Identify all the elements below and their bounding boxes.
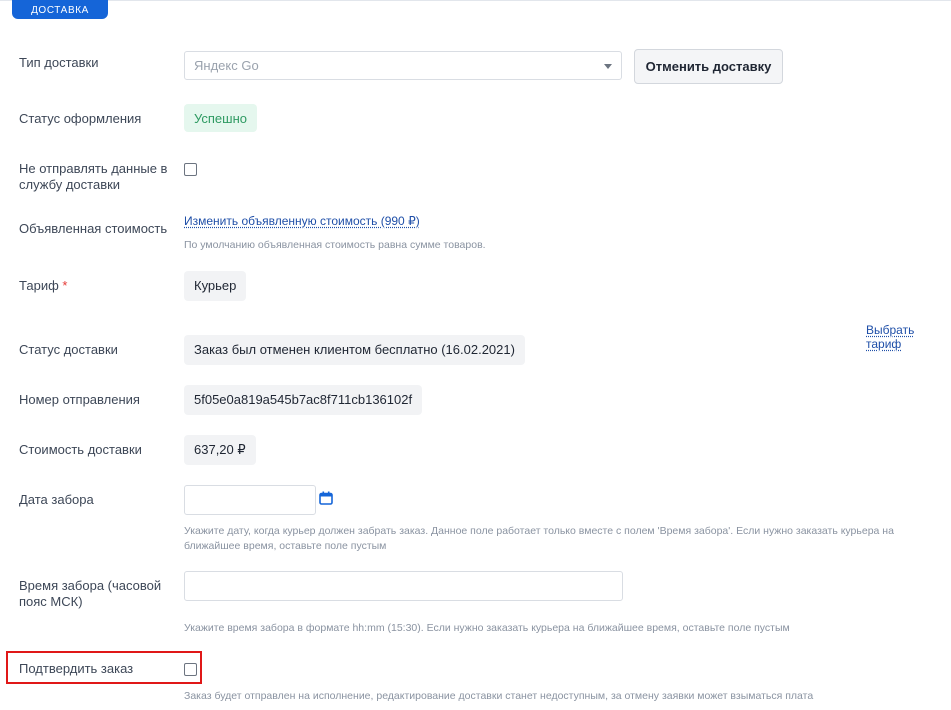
pickup-time-label: Время забора (часовой пояс МСК) (19, 578, 161, 610)
registration-status-label: Статус оформления (19, 111, 142, 126)
pickup-date-input[interactable] (184, 485, 316, 515)
declared-value-label: Объявленная стоимость (19, 221, 168, 236)
no-send-label-line1: Не отправлять данные в (19, 161, 168, 176)
pickup-time-label-line1: Время забора (часовой (19, 578, 162, 593)
confirm-order-label: Подтвердить заказ (19, 661, 134, 676)
tracking-number-label: Номер отправления (19, 392, 140, 407)
pickup-date-hint-line2: ближайшее время, оставьте поле пустым (184, 540, 387, 552)
pickup-time-label-line2: пояс МСК) (19, 594, 83, 609)
delivery-cost-value: 637,20 ₽ (184, 435, 256, 465)
delivery-status-label: Статус доставки (19, 342, 118, 357)
required-mark: * (62, 278, 68, 293)
confirm-order-hint: Заказ будет отправлен на исполнение, ред… (184, 690, 814, 702)
pickup-date-hint: Укажите дату, когда курьер должен забрат… (184, 524, 894, 554)
tariff-label-text: Тариф (19, 278, 59, 293)
change-declared-value-link[interactable]: Изменить объявленную стоимость (990 ₽) (184, 214, 420, 228)
pickup-date-hint-line1: Укажите дату, когда курьер должен забрат… (184, 525, 894, 537)
calendar-icon[interactable] (319, 491, 333, 505)
no-send-label-line2: службу доставки (19, 177, 121, 192)
delivery-type-label: Тип доставки (19, 55, 99, 70)
tariff-value: Курьер (184, 271, 247, 301)
registration-status-badge: Успешно (184, 104, 257, 132)
pickup-time-hint: Укажите время забора в формате hh:mm (15… (184, 622, 790, 634)
confirm-order-checkbox[interactable] (184, 663, 197, 676)
tracking-number-value: 5f05e0a819a545b7ac8f711cb136102f (184, 385, 423, 415)
no-send-checkbox[interactable] (184, 163, 197, 176)
no-send-label: Не отправлять данные в службу доставки (19, 161, 167, 193)
delivery-status-value: Заказ был отменен клиентом бесплатно (16… (184, 335, 525, 365)
tariff-label: Тариф * (19, 278, 67, 294)
top-divider (0, 0, 951, 1)
declared-value-hint: По умолчанию объявленная стоимость равна… (184, 239, 486, 251)
delivery-cost-label: Стоимость доставки (19, 442, 142, 457)
pickup-time-input[interactable] (184, 571, 623, 601)
choose-tariff-link[interactable]: Выбрать тариф (866, 323, 951, 351)
pickup-date-label: Дата забора (19, 492, 94, 507)
cancel-delivery-button[interactable]: Отменить доставку (634, 49, 783, 84)
chevron-down-icon (604, 64, 612, 69)
section-tab-delivery[interactable]: ДОСТАВКА (12, 0, 108, 19)
delivery-type-value: Яндекс Go (194, 58, 259, 73)
delivery-type-select[interactable]: Яндекс Go (184, 51, 622, 80)
